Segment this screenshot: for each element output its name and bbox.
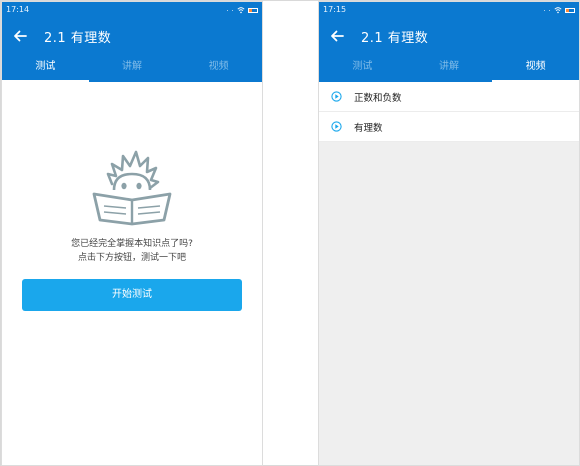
tab-video[interactable]: 视频 <box>492 54 579 82</box>
video-list-item[interactable]: 有理数 <box>319 112 579 142</box>
app-bar: 2.1 有理数 <box>2 18 262 54</box>
empty-state-line-1: 您已经完全掌握本知识点了吗? <box>71 239 193 249</box>
play-icon <box>331 91 342 102</box>
tab-bar: 测试 讲解 视频 <box>319 54 579 82</box>
screenshot-canvas: 17:14 2.1 有理数 测试 讲解 视频 您已经完全掌握本知识点了吗? 点击… <box>0 0 580 466</box>
mascot-reading-book-icon <box>92 150 172 226</box>
tab-video[interactable]: 视频 <box>175 54 262 82</box>
battery-icon <box>565 7 575 13</box>
tab-test[interactable]: 测试 <box>319 54 406 82</box>
tab-explain[interactable]: 讲解 <box>89 54 176 82</box>
status-bar: 17:15 <box>319 2 579 18</box>
video-title: 有理数 <box>354 122 383 134</box>
video-title: 正数和负数 <box>354 92 402 104</box>
wifi-icon <box>554 7 562 14</box>
page-title: 2.1 有理数 <box>44 30 112 46</box>
empty-state-line-2: 点击下方按钮，测试一下吧 <box>77 253 186 263</box>
back-arrow-icon[interactable] <box>12 28 28 44</box>
status-time: 17:15 <box>323 5 347 14</box>
empty-state: 您已经完全掌握本知识点了吗? 点击下方按钮，测试一下吧 开始测试 <box>2 82 262 465</box>
play-icon <box>331 121 342 132</box>
status-icons <box>544 2 575 18</box>
phone-screen-video: 17:15 2.1 有理数 测试 讲解 视频 正数和负数 有理数 <box>318 1 580 466</box>
tab-explain[interactable]: 讲解 <box>406 54 493 82</box>
video-list-item[interactable]: 正数和负数 <box>319 82 579 112</box>
status-icons <box>227 2 258 18</box>
signal-dot-icon <box>232 9 233 11</box>
start-test-button[interactable]: 开始测试 <box>22 279 242 311</box>
tab-bar: 测试 讲解 视频 <box>2 54 262 82</box>
status-bar: 17:14 <box>2 2 262 18</box>
phone-screen-test: 17:14 2.1 有理数 测试 讲解 视频 您已经完全掌握本知识点了吗? 点击… <box>1 1 263 466</box>
page-title: 2.1 有理数 <box>361 30 429 46</box>
signal-dot-icon <box>227 9 228 11</box>
video-list: 正数和负数 有理数 <box>319 82 579 142</box>
signal-dot-icon <box>544 9 545 11</box>
battery-icon <box>248 7 258 13</box>
signal-dot-icon <box>549 9 550 11</box>
wifi-icon <box>237 7 245 14</box>
back-arrow-icon[interactable] <box>329 28 345 44</box>
tab-test[interactable]: 测试 <box>2 54 89 82</box>
app-bar: 2.1 有理数 <box>319 18 579 54</box>
status-time: 17:14 <box>6 5 30 14</box>
